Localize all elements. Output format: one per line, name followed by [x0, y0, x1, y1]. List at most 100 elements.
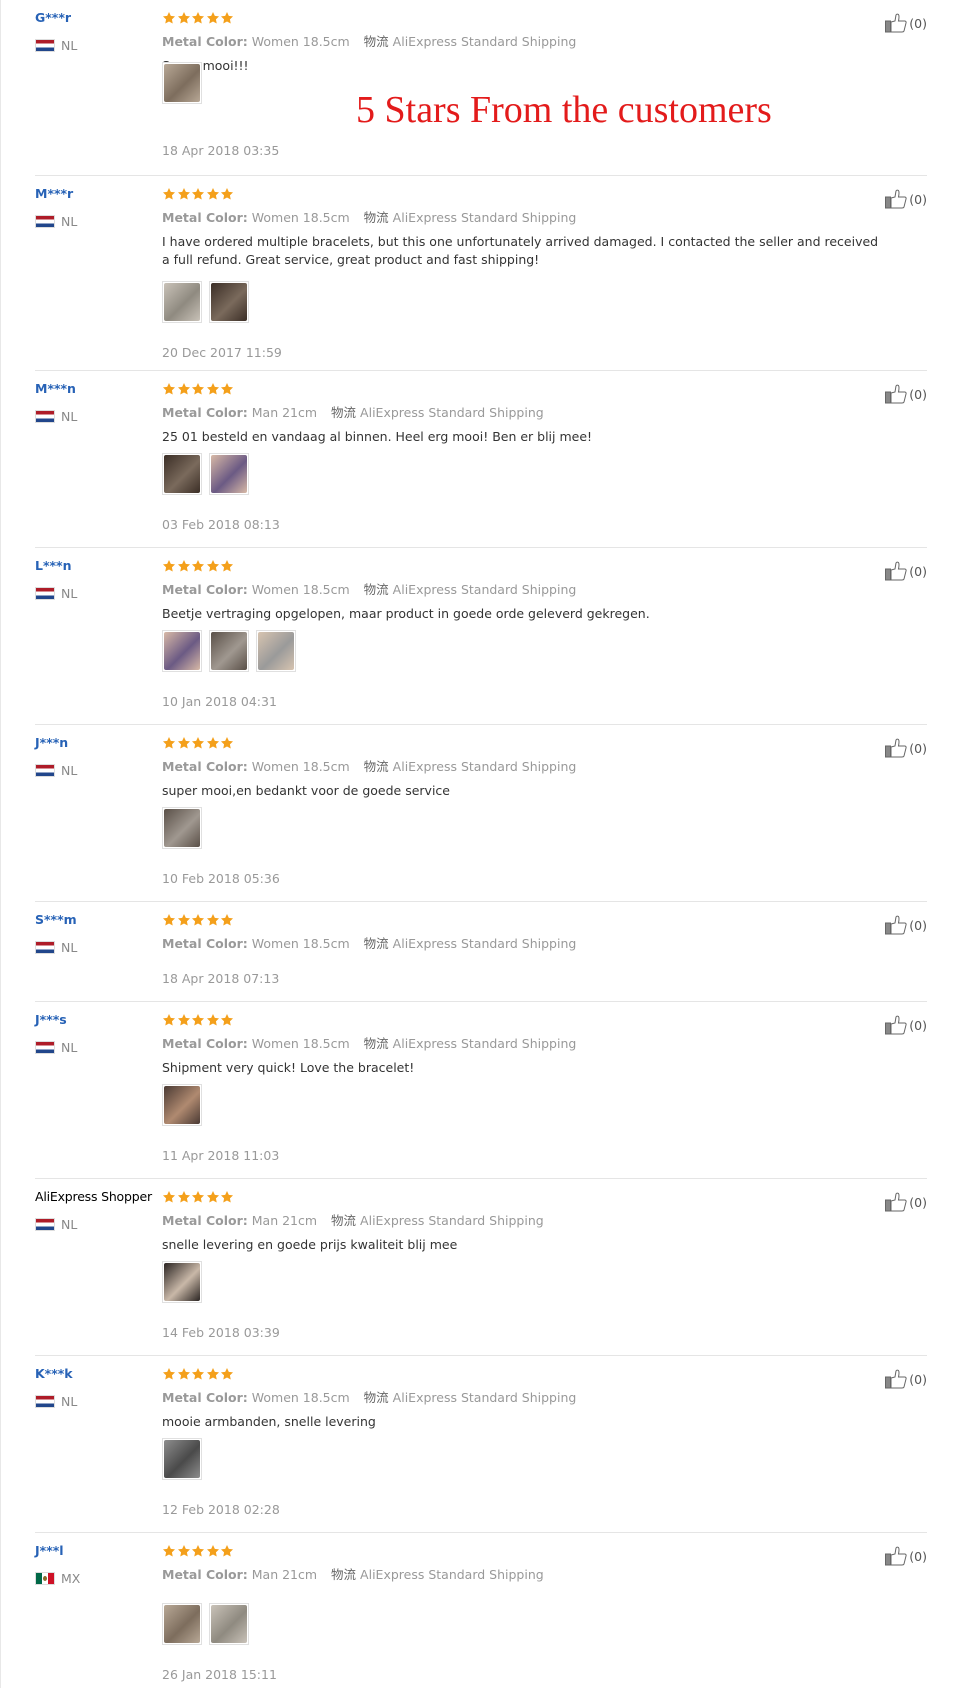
star-icon — [206, 1544, 221, 1558]
helpful-button[interactable]: (0) — [885, 1192, 927, 1212]
review-date: 18 Apr 2018 03:35 — [162, 143, 280, 158]
helpful-count: (0) — [909, 15, 927, 31]
metal-color-label: Metal Color: — [162, 210, 248, 225]
shipping-method: AliExpress Standard Shipping — [392, 34, 577, 49]
photo-bracelet[interactable] — [162, 630, 202, 672]
star-icon — [220, 736, 235, 750]
shipping-method: AliExpress Standard Shipping — [392, 936, 577, 951]
photo-bracelet[interactable] — [162, 1438, 202, 1480]
review-text: I have ordered multiple bracelets, but t… — [162, 234, 879, 267]
photo-bracelet[interactable] — [209, 1603, 249, 1645]
helpful-button[interactable]: (0) — [885, 561, 927, 581]
helpful-button[interactable]: (0) — [885, 1015, 927, 1035]
photo-bracelet[interactable] — [209, 453, 249, 495]
star-icon — [162, 382, 177, 396]
reviewer-name[interactable]: S***m — [35, 912, 77, 927]
review-date: 26 Jan 2018 15:11 — [162, 1667, 277, 1682]
review-content: Metal Color: Man 21cm 物流 AliExpress Stand… — [162, 1190, 862, 1254]
helpful-button[interactable]: (0) — [885, 1546, 927, 1566]
thumbs-up-icon — [885, 1369, 909, 1389]
photo-bracelet[interactable] — [256, 630, 296, 672]
reviewer-country: MX — [35, 1571, 80, 1586]
thumbs-up-icon — [885, 13, 909, 33]
review-date: 10 Feb 2018 05:36 — [162, 871, 280, 886]
helpful-count: (0) — [909, 1194, 927, 1210]
star-icon — [191, 11, 206, 25]
helpful-count: (0) — [909, 191, 927, 207]
metal-color-label: Metal Color: — [162, 1390, 248, 1405]
star-icon — [206, 1013, 221, 1027]
shipping-label: 物流 — [363, 582, 389, 597]
review-item: J***s NL Metal Color: Women 18.5cm 物流 AliEx… — [35, 1002, 927, 1179]
photo-bracelet[interactable] — [162, 62, 202, 104]
photo-bracelet[interactable] — [162, 1603, 202, 1645]
star-icon — [162, 1544, 177, 1558]
star-rating — [162, 187, 862, 203]
photo-bracelet[interactable] — [162, 1261, 202, 1303]
bracelet-photo-image — [164, 283, 200, 321]
country-code: NL — [61, 214, 78, 229]
helpful-button[interactable]: (0) — [885, 189, 927, 209]
review-photos — [162, 453, 249, 495]
helpful-button[interactable]: (0) — [885, 915, 927, 935]
metal-color-label: Metal Color: — [162, 936, 248, 951]
star-icon — [206, 1367, 221, 1381]
reviewer-name[interactable]: M***n — [35, 381, 76, 396]
reviewer-name[interactable]: L***n — [35, 558, 71, 573]
reviewer-name[interactable]: G***r — [35, 10, 71, 25]
shipping-method: AliExpress Standard Shipping — [360, 1567, 544, 1582]
review-text: 25 01 besteld en vandaag al binnen. Heel… — [162, 429, 593, 444]
thumbs-up-icon — [885, 1192, 909, 1212]
star-icon — [206, 736, 221, 750]
shipping-label: 物流 — [363, 210, 389, 225]
review-text: mooie armbanden, snelle levering — [162, 1414, 376, 1429]
reviewer-name[interactable]: J***l — [35, 1543, 64, 1558]
reviewer-country: NL — [35, 1040, 77, 1055]
helpful-count: (0) — [909, 740, 927, 756]
star-icon — [162, 736, 177, 750]
helpful-button[interactable]: (0) — [885, 13, 927, 33]
star-rating — [162, 736, 862, 752]
photo-bracelet[interactable] — [162, 1084, 202, 1126]
star-icon — [206, 382, 221, 396]
helpful-count: (0) — [909, 1017, 927, 1033]
bracelet-photo-image — [164, 809, 200, 847]
shipping-label: 物流 — [331, 1567, 357, 1582]
star-rating — [162, 913, 862, 929]
review-photos — [162, 1084, 202, 1126]
photo-bracelet[interactable] — [209, 281, 249, 323]
review-item: J***l MX Metal Color: Man 21cm 物流 AliExpres… — [35, 1533, 927, 1688]
photo-bracelet[interactable] — [162, 453, 202, 495]
helpful-button[interactable]: (0) — [885, 738, 927, 758]
helpful-button[interactable]: (0) — [885, 1369, 927, 1389]
reviewer-country: NL — [35, 763, 77, 778]
photo-bracelet[interactable] — [162, 281, 202, 323]
star-icon — [206, 1190, 221, 1204]
photo-bracelet[interactable] — [209, 630, 249, 672]
helpful-count: (0) — [909, 1548, 927, 1564]
reviewer-name: AliExpress Shopper — [35, 1189, 152, 1204]
photo-bracelet[interactable] — [162, 807, 202, 849]
flag-nl-icon — [35, 587, 55, 600]
metal-color-value: Man 21cm — [251, 405, 318, 420]
review-date: 11 Apr 2018 11:03 — [162, 1148, 280, 1163]
reviewer-name[interactable]: M***r — [35, 186, 73, 201]
review-item: AliExpress Shopper NL Metal Color: Man 21c… — [35, 1179, 927, 1356]
order-attributes: Metal Color: Women 18.5cm 物流 AliExpress S… — [162, 935, 862, 953]
star-icon — [206, 913, 221, 927]
review-text: snelle levering en goede prijs kwaliteit… — [162, 1237, 458, 1252]
metal-color-label: Metal Color: — [162, 405, 248, 420]
review-item: J***n NL Metal Color: Women 18.5cm 物流 AliEx… — [35, 725, 927, 902]
helpful-button[interactable]: (0) — [885, 384, 927, 404]
country-code: NL — [61, 1217, 78, 1232]
review-content: Metal Color: Man 21cm 物流 AliExpress Stand… — [162, 382, 862, 446]
review-date: 14 Feb 2018 03:39 — [162, 1325, 280, 1340]
reviewer-name[interactable]: K***k — [35, 1366, 73, 1381]
reviewer-name[interactable]: J***n — [35, 735, 68, 750]
star-icon — [220, 1544, 235, 1558]
reviewer-country: NL — [35, 409, 77, 424]
star-icon — [191, 1190, 206, 1204]
star-icon — [191, 1013, 206, 1027]
reviewer-name[interactable]: J***s — [35, 1012, 67, 1027]
review-photos — [162, 630, 296, 672]
